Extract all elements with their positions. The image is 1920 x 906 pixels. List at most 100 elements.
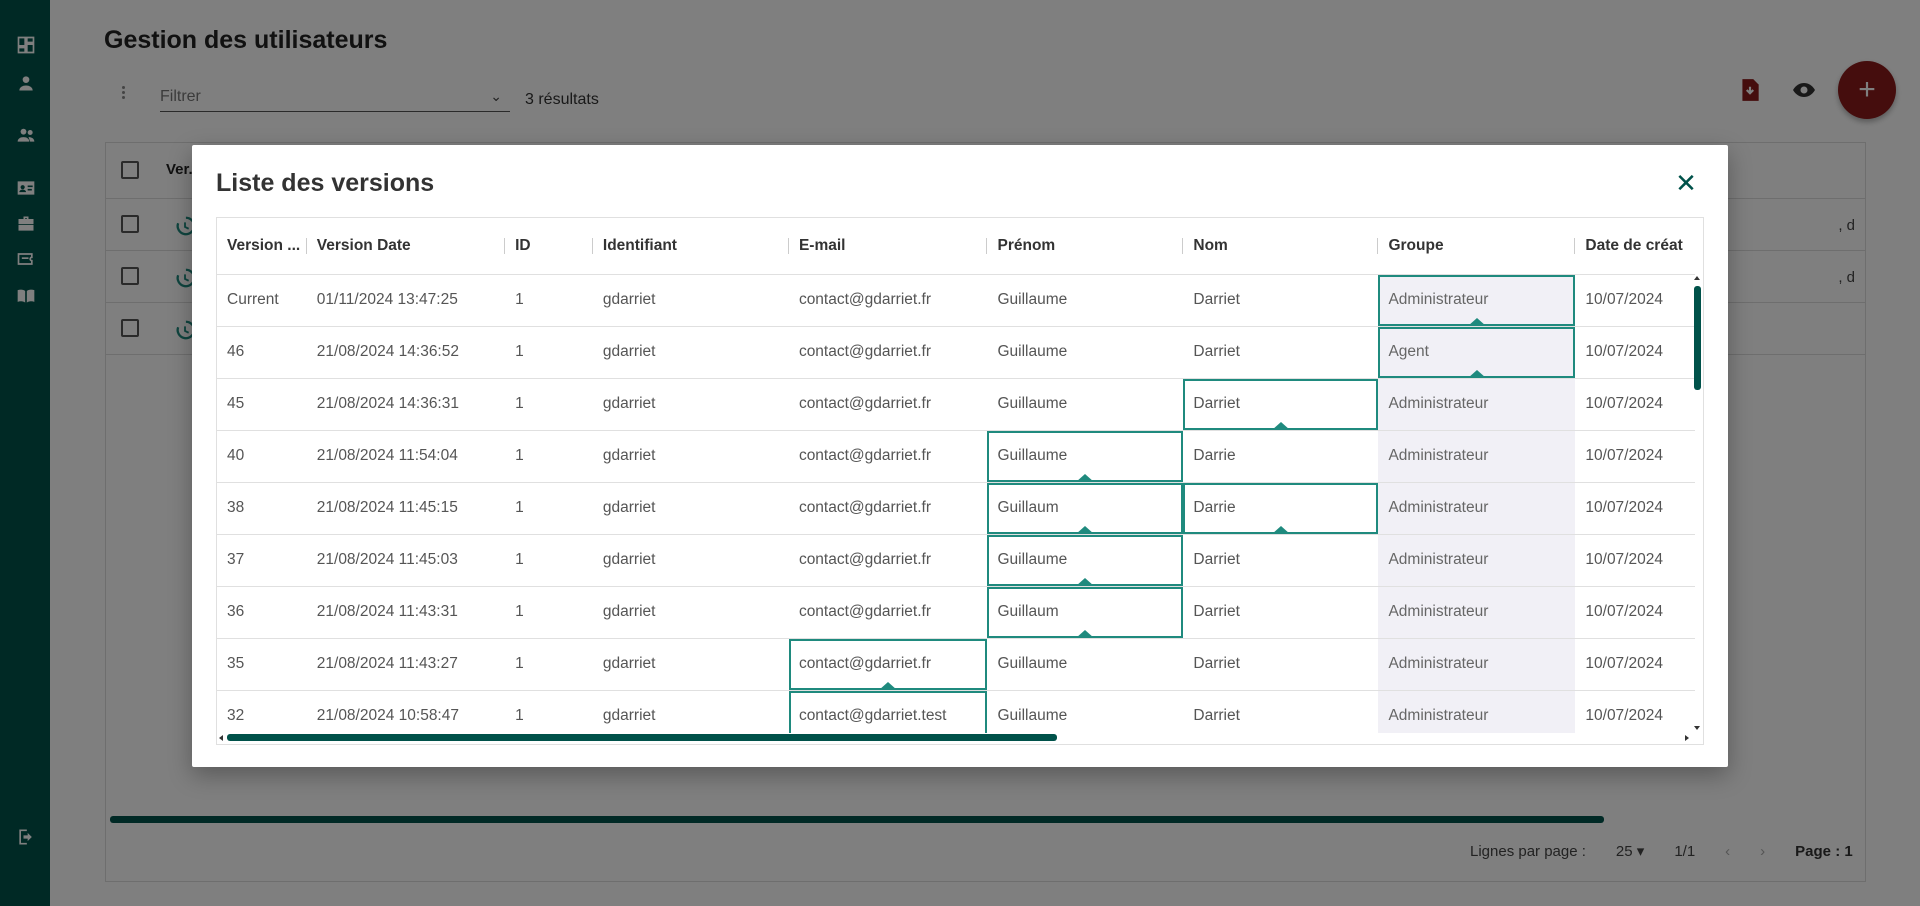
cell-login: gdarriet <box>592 690 789 733</box>
versions-table: Version ... Version Date ID Identifiant E-ma… <box>217 218 1695 733</box>
column-header-label: Groupe <box>1388 236 1444 254</box>
modal-title: Liste des versions <box>216 169 435 197</box>
cell-id: 1 <box>505 690 593 733</box>
column-header[interactable]: ID <box>505 218 593 275</box>
cell-id: 1 <box>505 482 593 535</box>
cell-firstname: Guillaume <box>987 690 1184 733</box>
scroll-up-arrow[interactable] <box>1694 276 1700 280</box>
cell-email: contact@gdarriet.fr <box>788 326 988 379</box>
version-row[interactable]: 46 21/08/2024 14:36:52 1 gdarriet contact@gd… <box>217 326 1695 379</box>
vertical-scrollbar[interactable] <box>1694 286 1701 390</box>
cell-version: 35 <box>217 638 307 691</box>
cell-version: 36 <box>217 586 307 639</box>
scroll-right-arrow[interactable] <box>1685 735 1689 741</box>
cell-login: gdarriet <box>592 430 789 483</box>
versions-modal: Liste des versions ✕ Version ... Version … <box>192 145 1728 767</box>
cell-date: 21/08/2024 10:58:47 <box>306 690 506 733</box>
version-row[interactable]: 36 21/08/2024 11:43:31 1 gdarriet contact@gd… <box>217 586 1695 639</box>
cell-id: 1 <box>505 586 593 639</box>
cell-date: 21/08/2024 11:43:31 <box>306 586 506 639</box>
cell-email: contact@gdarriet.fr <box>788 430 988 483</box>
cell-lastname: Darriet <box>1183 378 1379 431</box>
cell-created: 10/07/2024 <box>1575 586 1695 639</box>
column-header-label: Date de créat <box>1585 236 1683 254</box>
cell-version: 40 <box>217 430 307 483</box>
cell-group: Administrateur <box>1378 586 1576 639</box>
cell-firstname: Guillaume <box>987 326 1184 379</box>
cell-lastname: Darrie <box>1183 430 1379 483</box>
version-row[interactable]: Current 01/11/2024 13:47:25 1 gdarriet conta… <box>217 274 1695 327</box>
cell-version: 45 <box>217 378 307 431</box>
version-row[interactable]: 32 21/08/2024 10:58:47 1 gdarriet contact@gd… <box>217 690 1695 733</box>
cell-login: gdarriet <box>592 534 789 587</box>
cell-version: Current <box>217 274 307 327</box>
cell-created: 10/07/2024 <box>1575 482 1695 535</box>
column-header-label: Prénom <box>997 236 1056 254</box>
cell-version: 38 <box>217 482 307 535</box>
cell-created: 10/07/2024 <box>1575 534 1695 587</box>
column-header[interactable]: Prénom <box>987 218 1184 275</box>
cell-login: gdarriet <box>592 378 789 431</box>
scroll-down-arrow[interactable] <box>1694 726 1700 730</box>
cell-lastname: Darriet <box>1183 326 1379 379</box>
version-row[interactable]: 38 21/08/2024 11:45:15 1 gdarriet contact@gd… <box>217 482 1695 535</box>
cell-group: Administrateur <box>1378 690 1576 733</box>
version-row[interactable]: 37 21/08/2024 11:45:03 1 gdarriet contact@gd… <box>217 534 1695 587</box>
cell-group: Agent <box>1378 326 1576 379</box>
cell-email: contact@gdarriet.fr <box>788 378 988 431</box>
cell-date: 21/08/2024 11:54:04 <box>306 430 506 483</box>
cell-email: contact@gdarriet.fr <box>788 274 988 327</box>
cell-email: contact@gdarriet.fr <box>788 638 988 691</box>
cell-group: Administrateur <box>1378 482 1576 535</box>
cell-email: contact@gdarriet.fr <box>788 482 988 535</box>
cell-date: 21/08/2024 11:43:27 <box>306 638 506 691</box>
cell-email: contact@gdarriet.fr <box>788 586 988 639</box>
cell-group: Administrateur <box>1378 378 1576 431</box>
cell-firstname: Guillaume <box>987 534 1184 587</box>
column-header-label: Version ... <box>227 236 301 254</box>
column-header[interactable]: Nom <box>1183 218 1379 275</box>
column-header[interactable]: E-mail <box>788 218 988 275</box>
cell-lastname: Darrie <box>1183 482 1379 535</box>
cell-login: gdarriet <box>592 326 789 379</box>
cell-date: 21/08/2024 14:36:31 <box>306 378 506 431</box>
scroll-left-arrow[interactable] <box>219 735 223 741</box>
cell-lastname: Darriet <box>1183 690 1379 733</box>
column-header[interactable]: Groupe <box>1378 218 1576 275</box>
version-row[interactable]: 35 21/08/2024 11:43:27 1 gdarriet contact@gd… <box>217 638 1695 691</box>
column-header[interactable]: Identifiant <box>592 218 789 275</box>
column-header[interactable]: Date de créat <box>1575 218 1695 275</box>
cell-created: 10/07/2024 <box>1575 378 1695 431</box>
cell-firstname: Guillaume <box>987 378 1184 431</box>
cell-lastname: Darriet <box>1183 638 1379 691</box>
cell-created: 10/07/2024 <box>1575 326 1695 379</box>
cell-id: 1 <box>505 534 593 587</box>
version-row[interactable]: 40 21/08/2024 11:54:04 1 gdarriet contact@gd… <box>217 430 1695 483</box>
cell-firstname: Guillaum <box>987 586 1184 639</box>
cell-login: gdarriet <box>592 638 789 691</box>
cell-created: 10/07/2024 <box>1575 690 1695 733</box>
column-header-label: Identifiant <box>602 236 677 254</box>
cell-firstname: Guillaume <box>987 430 1184 483</box>
cell-date: 21/08/2024 14:36:52 <box>306 326 506 379</box>
cell-email: contact@gdarriet.test <box>788 690 988 733</box>
versions-grid: Version ... Version Date ID Identifiant E-ma… <box>216 217 1704 745</box>
cell-group: Administrateur <box>1378 534 1576 587</box>
cell-group: Administrateur <box>1378 430 1576 483</box>
cell-created: 10/07/2024 <box>1575 430 1695 483</box>
cell-id: 1 <box>505 274 593 327</box>
cell-lastname: Darriet <box>1183 534 1379 587</box>
version-row[interactable]: 45 21/08/2024 14:36:31 1 gdarriet contact@gd… <box>217 378 1695 431</box>
column-header[interactable]: Version ... <box>217 218 307 275</box>
horizontal-scrollbar[interactable] <box>227 734 1057 741</box>
cell-version: 37 <box>217 534 307 587</box>
cell-created: 10/07/2024 <box>1575 638 1695 691</box>
cell-id: 1 <box>505 430 593 483</box>
column-header-label: Nom <box>1193 236 1228 254</box>
cell-date: 21/08/2024 11:45:03 <box>306 534 506 587</box>
column-header[interactable]: Version Date <box>306 218 506 275</box>
cell-id: 1 <box>505 378 593 431</box>
close-icon[interactable]: ✕ <box>1674 170 1698 196</box>
cell-login: gdarriet <box>592 482 789 535</box>
cell-version: 46 <box>217 326 307 379</box>
